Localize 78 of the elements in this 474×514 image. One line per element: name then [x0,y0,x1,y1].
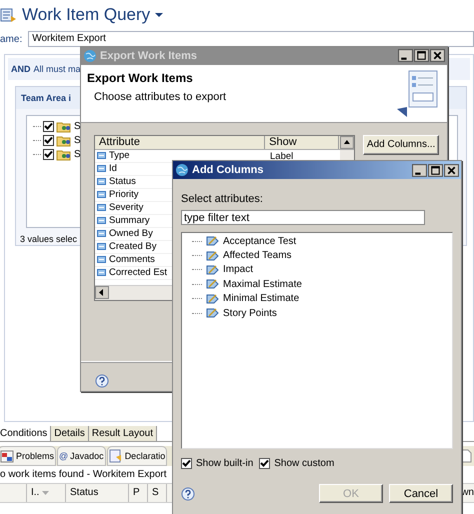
globe-icon [83,48,97,63]
tag-icon [206,307,219,320]
editor-tab[interactable]: Result Layout [88,426,157,441]
tree-item[interactable]: Maximal Estimate [223,278,302,290]
attribute-icon [97,217,106,224]
close-icon[interactable] [444,164,459,176]
sort-icon [42,490,50,496]
status-text: o work items found - Workitem Export [0,468,168,482]
tag-icon [206,292,219,305]
table-cell-text: Label [269,150,294,162]
column-header[interactable]: Attribute [95,136,266,148]
form-icon [395,68,439,119]
tree-item[interactable]: Minimal Estimate [223,293,300,304]
editor-tab[interactable]: Details [51,426,89,441]
attribute-icon [97,269,106,276]
attribute-icon [97,204,106,211]
attribute-icon [97,230,106,237]
tag-icon [206,278,219,290]
scroll-up-icon[interactable] [340,136,354,148]
view-tab[interactable]: Declaratio [106,446,168,466]
column-header[interactable]: Show [265,136,340,148]
attribute-icon [97,191,106,198]
checkbox[interactable] [43,134,54,146]
declaration-icon [108,449,123,463]
add-columns-button[interactable]: Add Columns... [363,134,439,154]
dialog-description: Choose attributes to export [93,90,228,103]
team-icon [56,120,72,132]
checkbox-label[interactable]: Show custom [274,458,334,469]
condition-text: All must ma [34,64,81,74]
tree-item[interactable]: Story Points [223,308,277,319]
checkbox[interactable] [181,458,192,469]
checkbox[interactable] [259,458,270,469]
editor-tab[interactable]: Conditions [0,426,52,441]
dialog-heading: Export Work Items [87,70,194,85]
minimize-icon[interactable] [412,164,427,176]
attribute-icon [97,178,106,185]
help-icon[interactable] [181,486,195,500]
tag-icon [206,235,219,248]
checkbox-label[interactable]: Show built-in [196,458,254,469]
window-title: Add Columns [192,164,264,176]
tree-item[interactable]: S [74,148,81,160]
tag-icon [206,250,219,262]
name-label: ame: [0,34,22,44]
column-header[interactable]: P [129,484,148,502]
tree-item[interactable]: Impact [223,264,254,276]
tag-icon [206,264,219,276]
team-icon [56,134,72,146]
window-title: Export Work Items [100,50,197,62]
checkbox[interactable] [43,120,54,132]
dialog-button[interactable]: Cancel [389,484,453,503]
checkbox[interactable] [43,148,54,160]
tree-item[interactable]: S [74,120,81,132]
attribute-icon [97,243,106,250]
team-icon [56,148,72,160]
column-header[interactable]: Status [66,484,129,502]
maximize-icon[interactable] [428,164,443,176]
query-icon [0,7,18,23]
attribute-icon [97,165,106,172]
at-icon: @ [59,451,68,461]
dropdown-icon[interactable] [154,11,164,19]
globe-icon [175,163,189,177]
prompt-label: Select attributes: [181,193,264,205]
problems-icon [0,450,14,462]
tree-item[interactable]: S [74,134,81,146]
column-header[interactable]: I.. [27,484,66,502]
selection-count: 3 values selec [20,234,78,244]
filter-field[interactable]: type filter text [181,210,425,225]
view-tab[interactable]: @ Javadoc [57,446,106,466]
scroll-left-icon[interactable] [95,286,109,298]
editor-title: Work Item Query [22,5,150,25]
help-icon[interactable] [95,374,109,388]
operator-label: AND [11,64,30,74]
attribute-icon [97,152,106,159]
attribute-icon [97,256,106,263]
tree-item[interactable]: Affected Teams [223,250,292,262]
tree-item[interactable]: Acceptance Test [223,236,296,247]
column-header[interactable]: S [148,484,167,502]
view-tab[interactable]: Problems [0,446,56,466]
